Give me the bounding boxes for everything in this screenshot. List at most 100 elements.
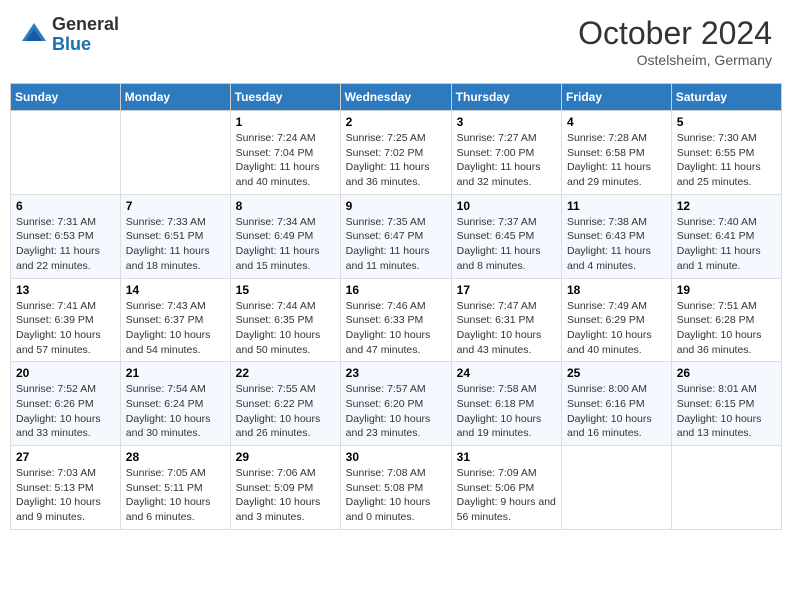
weekday-header-monday: Monday xyxy=(120,84,230,111)
day-info: Sunrise: 8:00 AM Sunset: 6:16 PM Dayligh… xyxy=(567,382,666,441)
day-number: 29 xyxy=(236,450,335,464)
calendar-cell: 9 Sunrise: 7:35 AM Sunset: 6:47 PM Daylig… xyxy=(340,194,451,278)
day-number: 4 xyxy=(567,115,666,129)
day-info: Sunrise: 7:49 AM Sunset: 6:29 PM Dayligh… xyxy=(567,299,666,358)
day-info: Sunrise: 7:24 AM Sunset: 7:04 PM Dayligh… xyxy=(236,131,335,190)
day-info: Sunrise: 7:46 AM Sunset: 6:33 PM Dayligh… xyxy=(346,299,446,358)
calendar-cell: 28Sunrise: 7:05 AM Sunset: 5:11 PM Dayli… xyxy=(120,446,230,530)
calendar-cell: 22 Sunrise: 7:55 AM Sunset: 6:22 PM Dayli… xyxy=(230,362,340,446)
day-info: Sunrise: 7:27 AM Sunset: 7:00 PM Dayligh… xyxy=(457,131,556,190)
day-info: Sunrise: 7:58 AM Sunset: 6:18 PM Dayligh… xyxy=(457,382,556,441)
calendar-cell: 20 Sunrise: 7:52 AM Sunset: 6:26 PM Dayli… xyxy=(11,362,121,446)
calendar-cell: 6 Sunrise: 7:31 AM Sunset: 6:53 PM Daylig… xyxy=(11,194,121,278)
calendar-cell xyxy=(671,446,781,530)
calendar-cell: 26 Sunrise: 8:01 AM Sunset: 6:15 PM Dayli… xyxy=(671,362,781,446)
calendar-cell xyxy=(562,446,672,530)
day-number: 26 xyxy=(677,366,776,380)
day-info: Sunrise: 8:01 AM Sunset: 6:15 PM Dayligh… xyxy=(677,382,776,441)
calendar-cell: 24 Sunrise: 7:58 AM Sunset: 6:18 PM Dayli… xyxy=(451,362,561,446)
day-info: Sunrise: 7:47 AM Sunset: 6:31 PM Dayligh… xyxy=(457,299,556,358)
day-number: 12 xyxy=(677,199,776,213)
day-number: 13 xyxy=(16,283,115,297)
calendar-cell: 12 Sunrise: 7:40 AM Sunset: 6:41 PM Dayli… xyxy=(671,194,781,278)
day-info: Sunrise: 7:38 AM Sunset: 6:43 PM Dayligh… xyxy=(567,215,666,274)
calendar-cell: 31 Sunrise: 7:09 AM Sunset: 5:06 PM Dayli… xyxy=(451,446,561,530)
calendar-cell: 29 Sunrise: 7:06 AM Sunset: 5:09 PM Dayli… xyxy=(230,446,340,530)
day-number: 27 xyxy=(16,450,115,464)
calendar-cell: 11 Sunrise: 7:38 AM Sunset: 6:43 PM Dayli… xyxy=(562,194,672,278)
day-number: 25 xyxy=(567,366,666,380)
day-info: Sunrise: 7:54 AM Sunset: 6:24 PM Dayligh… xyxy=(126,382,225,441)
calendar-cell: 19Sunrise: 7:51 AM Sunset: 6:28 PM Dayli… xyxy=(671,278,781,362)
logo-blue: Blue xyxy=(52,34,91,54)
day-number: 16 xyxy=(346,283,446,297)
weekday-header-friday: Friday xyxy=(562,84,672,111)
calendar-cell: 7 Sunrise: 7:33 AM Sunset: 6:51 PM Daylig… xyxy=(120,194,230,278)
month-title: October 2024 xyxy=(578,15,772,52)
logo: General Blue xyxy=(20,15,119,55)
calendar-cell: 1 Sunrise: 7:24 AM Sunset: 7:04 PM Daylig… xyxy=(230,111,340,195)
day-number: 17 xyxy=(457,283,556,297)
calendar-cell: 8Sunrise: 7:34 AM Sunset: 6:49 PM Daylig… xyxy=(230,194,340,278)
day-number: 6 xyxy=(16,199,115,213)
calendar-cell: 13Sunrise: 7:41 AM Sunset: 6:39 PM Dayli… xyxy=(11,278,121,362)
day-number: 14 xyxy=(126,283,225,297)
day-number: 24 xyxy=(457,366,556,380)
day-number: 1 xyxy=(236,115,335,129)
calendar-cell: 3 Sunrise: 7:27 AM Sunset: 7:00 PM Daylig… xyxy=(451,111,561,195)
day-info: Sunrise: 7:40 AM Sunset: 6:41 PM Dayligh… xyxy=(677,215,776,274)
calendar-cell: 23 Sunrise: 7:57 AM Sunset: 6:20 PM Dayli… xyxy=(340,362,451,446)
day-number: 10 xyxy=(457,199,556,213)
day-info: Sunrise: 7:55 AM Sunset: 6:22 PM Dayligh… xyxy=(236,382,335,441)
day-info: Sunrise: 7:57 AM Sunset: 6:20 PM Dayligh… xyxy=(346,382,446,441)
day-info: Sunrise: 7:09 AM Sunset: 5:06 PM Dayligh… xyxy=(457,466,556,525)
day-number: 9 xyxy=(346,199,446,213)
calendar-cell: 16 Sunrise: 7:46 AM Sunset: 6:33 PM Dayli… xyxy=(340,278,451,362)
day-info: Sunrise: 7:33 AM Sunset: 6:51 PM Dayligh… xyxy=(126,215,225,274)
day-info: Sunrise: 7:52 AM Sunset: 6:26 PM Dayligh… xyxy=(16,382,115,441)
calendar-cell: 27 Sunrise: 7:03 AM Sunset: 5:13 PM Dayli… xyxy=(11,446,121,530)
day-number: 2 xyxy=(346,115,446,129)
day-number: 8 xyxy=(236,199,335,213)
day-info: Sunrise: 7:25 AM Sunset: 7:02 PM Dayligh… xyxy=(346,131,446,190)
calendar-table: SundayMondayTuesdayWednesdayThursdayFrid… xyxy=(10,83,782,530)
day-number: 22 xyxy=(236,366,335,380)
calendar-cell: 5Sunrise: 7:30 AM Sunset: 6:55 PM Daylig… xyxy=(671,111,781,195)
weekday-header-thursday: Thursday xyxy=(451,84,561,111)
calendar-cell: 21 Sunrise: 7:54 AM Sunset: 6:24 PM Dayli… xyxy=(120,362,230,446)
day-info: Sunrise: 7:44 AM Sunset: 6:35 PM Dayligh… xyxy=(236,299,335,358)
logo-text: General Blue xyxy=(52,15,119,55)
weekday-header-sunday: Sunday xyxy=(11,84,121,111)
day-number: 23 xyxy=(346,366,446,380)
day-info: Sunrise: 7:03 AM Sunset: 5:13 PM Dayligh… xyxy=(16,466,115,525)
calendar-cell: 15 Sunrise: 7:44 AM Sunset: 6:35 PM Dayli… xyxy=(230,278,340,362)
day-number: 3 xyxy=(457,115,556,129)
day-number: 7 xyxy=(126,199,225,213)
day-number: 21 xyxy=(126,366,225,380)
calendar-cell: 17 Sunrise: 7:47 AM Sunset: 6:31 PM Dayli… xyxy=(451,278,561,362)
calendar-cell: 30Sunrise: 7:08 AM Sunset: 5:08 PM Dayli… xyxy=(340,446,451,530)
calendar-cell: 25 Sunrise: 8:00 AM Sunset: 6:16 PM Dayli… xyxy=(562,362,672,446)
weekday-header-tuesday: Tuesday xyxy=(230,84,340,111)
day-info: Sunrise: 7:06 AM Sunset: 5:09 PM Dayligh… xyxy=(236,466,335,525)
day-info: Sunrise: 7:08 AM Sunset: 5:08 PM Dayligh… xyxy=(346,466,446,525)
day-info: Sunrise: 7:30 AM Sunset: 6:55 PM Dayligh… xyxy=(677,131,776,190)
day-number: 31 xyxy=(457,450,556,464)
day-info: Sunrise: 7:43 AM Sunset: 6:37 PM Dayligh… xyxy=(126,299,225,358)
page-header: General Blue October 2024 Ostelsheim, Ge… xyxy=(10,10,782,73)
day-number: 11 xyxy=(567,199,666,213)
day-number: 15 xyxy=(236,283,335,297)
day-number: 20 xyxy=(16,366,115,380)
weekday-header-wednesday: Wednesday xyxy=(340,84,451,111)
calendar-cell: 2 Sunrise: 7:25 AM Sunset: 7:02 PM Daylig… xyxy=(340,111,451,195)
calendar-cell: 14 Sunrise: 7:43 AM Sunset: 6:37 PM Dayli… xyxy=(120,278,230,362)
title-block: October 2024 Ostelsheim, Germany xyxy=(578,15,772,68)
logo-general: General xyxy=(52,14,119,34)
day-info: Sunrise: 7:31 AM Sunset: 6:53 PM Dayligh… xyxy=(16,215,115,274)
day-info: Sunrise: 7:05 AM Sunset: 5:11 PM Dayligh… xyxy=(126,466,225,525)
calendar-cell: 18 Sunrise: 7:49 AM Sunset: 6:29 PM Dayli… xyxy=(562,278,672,362)
day-info: Sunrise: 7:35 AM Sunset: 6:47 PM Dayligh… xyxy=(346,215,446,274)
location: Ostelsheim, Germany xyxy=(578,52,772,68)
logo-icon xyxy=(20,21,48,49)
day-number: 18 xyxy=(567,283,666,297)
